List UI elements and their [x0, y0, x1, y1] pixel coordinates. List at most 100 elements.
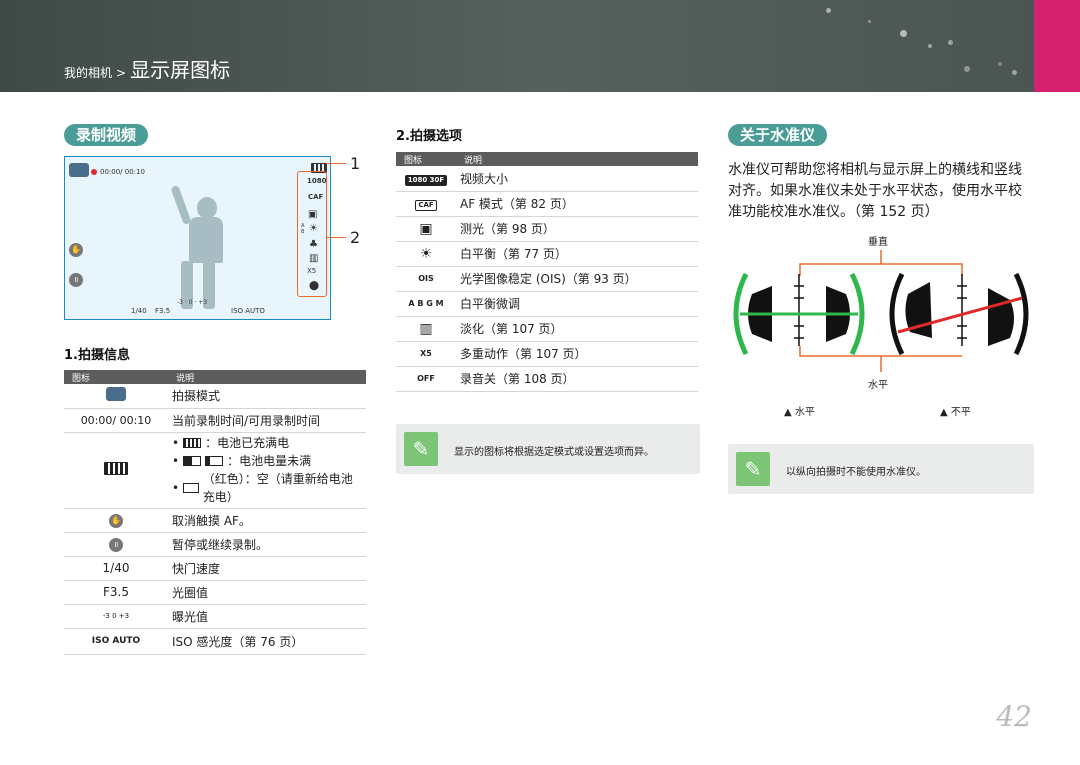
battery-icon: [104, 462, 128, 475]
caption-level: ▲ 水平: [784, 407, 815, 418]
row-desc: 录音关（第 108 页）: [456, 366, 698, 392]
subject-arm: [170, 184, 192, 226]
movie-size-icon: 1080 30F: [404, 174, 448, 186]
camera-screen-illustration: 00:00/ 00:10 1080 CAF ▣ ☀ AB ♣ ▥ X5 ⬤ ✋ …: [64, 156, 331, 320]
multi-motion-icon: X5: [396, 341, 456, 367]
level-description: 水准仪可帮助您将相机与显示屏上的横线和竖线对齐。如果水准仪未处于水平状态，使用水…: [728, 162, 1022, 220]
white-balance-icon: ☀: [309, 223, 318, 234]
table-row: OIS 光学图像稳定 (OIS)（第 93 页）: [396, 266, 698, 292]
section-title-shooting-options: 2.拍摄选项: [396, 129, 462, 144]
shooting-info-table: 图标 说明 拍摄模式 00:00/ 00:10 当前录制时间/可用录制时间 • ：…: [64, 370, 366, 655]
row-desc: 测光（第 98 页）: [456, 216, 698, 242]
row-desc: AF 模式（第 82 页）: [456, 191, 698, 217]
touch-af-icon[interactable]: ✋: [69, 243, 83, 257]
vertical-connector: [799, 263, 963, 276]
subject-body: [189, 217, 223, 263]
aperture-value: F3.5: [64, 580, 168, 605]
shutter-speed-value: 1/40: [64, 556, 168, 581]
row-desc: ISO 感光度（第 76 页）: [168, 628, 366, 655]
ois-icon: OIS: [396, 266, 456, 292]
shooting-options-table: 图标 说明 1080 30F 视频大小 CAF AF 模式（第 82 页） ▣ 测光（第…: [396, 152, 698, 392]
battery-half-icon: [183, 456, 202, 466]
multi-motion-icon: X5: [307, 267, 317, 275]
page-header: 我的相机 > 显示屏图标: [0, 0, 1080, 92]
chapter-tab[interactable]: [1034, 0, 1080, 92]
table-row: A B G M 白平衡微调: [396, 291, 698, 317]
breadcrumb: 我的相机 > 显示屏图标: [64, 54, 230, 83]
label-vertical: 垂直: [868, 237, 888, 248]
decorative-dot: [948, 40, 953, 45]
shutter-speed: 1/40: [131, 307, 147, 315]
table-row: 1080 30F 视频大小: [396, 166, 698, 192]
fade-icon: ▥: [309, 253, 319, 264]
movie-size-icon: 1080: [307, 177, 327, 185]
pen-note-icon: ✎: [736, 452, 770, 486]
battery-full-line: • ：电池已充满电: [172, 436, 290, 450]
decorative-dot: [928, 44, 932, 48]
table-row: -3 0 +3 曝光值: [64, 604, 366, 629]
table-row: ▣ 测光（第 98 页）: [396, 216, 698, 242]
ois-icon: ♣: [309, 239, 318, 250]
metering-icon: ▣: [308, 209, 318, 220]
breadcrumb-parent[interactable]: 我的相机: [64, 64, 112, 81]
table-row: CAF AF 模式（第 82 页）: [396, 191, 698, 217]
callout-line-2: [326, 237, 346, 238]
battery-low-icon: [205, 456, 224, 466]
table-row: 1/40 快门速度: [64, 556, 366, 581]
col-header-icon: 图标: [64, 370, 168, 384]
decorative-dot: [1012, 70, 1017, 75]
decorative-dot: [964, 66, 970, 72]
row-desc: 快门速度: [168, 556, 366, 581]
row-desc: 多重动作（第 107 页）: [456, 341, 698, 367]
label-horizontal: 水平: [868, 380, 888, 391]
iso-value: ISO AUTO: [231, 307, 265, 315]
note-text: 以纵向拍摄时不能使用水准仪。: [786, 467, 926, 478]
record-time: 00:00/ 00:10: [100, 168, 145, 176]
col-header-desc: 说明: [168, 370, 366, 384]
row-desc: 曝光值: [168, 604, 366, 629]
row-desc: 当前录制时间/可用录制时间: [168, 408, 366, 433]
row-desc: 取消触摸 AF。: [168, 508, 366, 533]
horizontal-connector: [799, 346, 962, 357]
table-row: OFF 录音关（第 108 页）: [396, 366, 698, 392]
voice-off-icon: ⬤: [309, 281, 320, 291]
table-row: ✋ 取消触摸 AF。: [64, 508, 366, 533]
note-box-options: ✎ 显示的图标将根据选定模式或设置选项而异。: [396, 424, 700, 474]
af-mode-icon: CAF: [415, 200, 437, 211]
row-desc: 白平衡微调: [456, 291, 698, 317]
row-desc: 暂停或继续录制。: [168, 532, 366, 557]
tilt-arc-right: [1013, 272, 1029, 356]
table-row: ॥ 暂停或继续录制。: [64, 532, 366, 557]
wb-fine-tune-icon: A B G M: [396, 291, 456, 317]
touch-af-icon: ✋: [109, 514, 123, 528]
decorative-dot: [900, 30, 907, 37]
battery-empty-icon: [183, 483, 199, 493]
row-desc: 光学图像稳定 (OIS)（第 93 页）: [456, 266, 698, 292]
callout-2: 2: [350, 228, 361, 247]
section-pill-level: 关于水准仪: [728, 124, 828, 146]
col-header-icon: 图标: [396, 152, 456, 166]
pause-icon[interactable]: ॥: [69, 273, 83, 287]
section-title-shooting-info: 1.拍摄信息: [64, 348, 130, 363]
note-text: 显示的图标将根据选定模式或设置选项而异。: [454, 447, 654, 458]
breadcrumb-separator: >: [116, 66, 127, 80]
voice-off-icon: OFF: [396, 366, 456, 392]
row-desc: 白平衡（第 77 页）: [456, 241, 698, 267]
aperture: F3.5: [155, 307, 171, 315]
record-dot-icon: [91, 169, 97, 175]
decorative-dot: [998, 62, 1002, 66]
table-row: • ：电池已充满电 • ：电池电量未满 • （红色）：空（请重新给电池充电）: [64, 432, 366, 509]
row-desc: 拍摄模式: [168, 384, 366, 409]
exposure-scale-value: -3 0 +3: [64, 604, 168, 629]
subject-head: [197, 197, 217, 219]
metering-icon: ▣: [396, 216, 456, 242]
tilt-wing-right: [988, 288, 1014, 346]
page-number: 42: [996, 700, 1032, 733]
callout-line-1: [326, 163, 346, 164]
caption-not-level: ▲ 不平: [940, 407, 971, 418]
row-desc: 淡化（第 107 页）: [456, 316, 698, 342]
page-title: 显示屏图标: [130, 58, 231, 82]
pause-icon: ॥: [109, 538, 123, 552]
level-diagram: [733, 250, 1029, 372]
table-row: X5 多重动作（第 107 页）: [396, 341, 698, 367]
